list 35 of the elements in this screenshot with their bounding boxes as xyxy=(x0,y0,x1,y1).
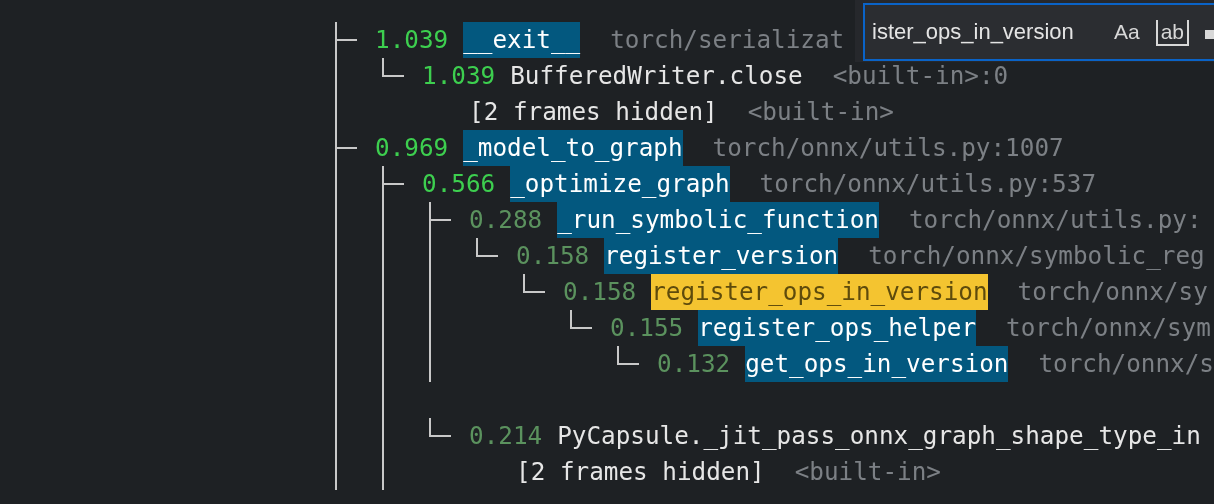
source-location: torch/onnx/utils.py:1007 xyxy=(712,132,1064,164)
match-case-button[interactable]: Aa xyxy=(1110,16,1144,48)
time-value: 0.288 xyxy=(469,204,543,236)
function-name: _optimize_graph xyxy=(510,166,730,202)
function-name: BufferedWriter.close xyxy=(510,60,803,92)
source-location: <built-in> xyxy=(794,456,941,488)
time-value: 0.969 xyxy=(375,132,449,164)
time-value: 0.566 xyxy=(422,168,496,200)
source-location: torch/onnx/utils.py: xyxy=(908,204,1202,236)
source-location: torch/onnx/symbolic_reg xyxy=(868,240,1205,272)
source-location: torch/onnx/s xyxy=(1038,348,1214,380)
time-value: 0.132 xyxy=(657,348,731,380)
function-name: _run_symbolic_function xyxy=(557,202,879,238)
source-location: torch/serializat xyxy=(610,24,845,56)
time-value: 0.155 xyxy=(610,312,684,344)
source-location: <built-in> xyxy=(747,96,894,128)
function-name: register_ops_helper xyxy=(698,310,977,346)
source-location: torch/onnx/sym xyxy=(1006,312,1211,344)
hidden-frames-label: [2 frames hidden] xyxy=(516,456,765,488)
function-name: _model_to_graph xyxy=(463,130,683,166)
time-value: 1.039 xyxy=(375,24,449,56)
hidden-frames-label: [2 frames hidden] xyxy=(469,96,718,128)
function-name: register_version xyxy=(604,238,839,274)
function-name: register_ops_in_version xyxy=(651,274,988,310)
time-value: 1.039 xyxy=(422,60,496,92)
source-location: torch/onnx/sy xyxy=(1017,276,1208,308)
time-value: 0.214 xyxy=(469,420,543,452)
time-value: 0.158 xyxy=(563,276,637,308)
function-name: get_ops_in_version xyxy=(745,346,1009,382)
time-value: 0.158 xyxy=(516,240,590,272)
function-name: PyCapsule._jit_pass_onnx_graph_shape_type_in xyxy=(557,420,1201,452)
function-name: __exit__ xyxy=(463,22,581,58)
search-field[interactable]: ister_ops_in_version Aa ab xyxy=(863,3,1214,61)
source-location: <built-in>:0 xyxy=(832,60,1009,92)
source-location: torch/onnx/utils.py:537 xyxy=(759,168,1096,200)
